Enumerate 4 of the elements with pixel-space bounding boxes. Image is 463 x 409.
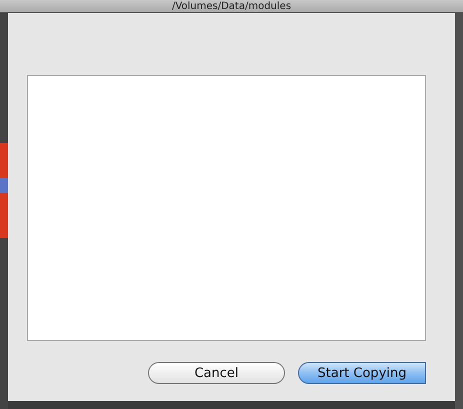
window-title: /Volumes/Data/modules (172, 0, 292, 12)
text-area[interactable] (27, 75, 426, 341)
start-button[interactable]: Start Copying (298, 362, 426, 384)
cancel-button[interactable]: Cancel (148, 362, 285, 384)
